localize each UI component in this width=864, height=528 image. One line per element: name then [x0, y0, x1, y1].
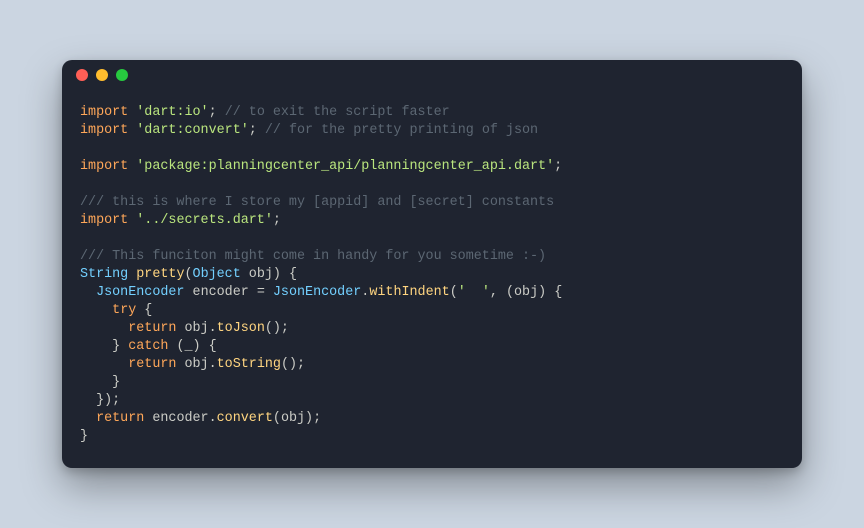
indent: [80, 357, 128, 372]
punct: ;: [273, 213, 281, 228]
indent: [80, 285, 96, 300]
punct: =: [249, 285, 273, 300]
punct: (: [184, 267, 192, 282]
keyword-return: return: [128, 357, 176, 372]
keyword-catch: catch: [128, 339, 168, 354]
punct: ;: [249, 123, 257, 138]
punct: }: [80, 429, 88, 444]
identifier: obj: [514, 285, 538, 300]
punct: }: [112, 339, 128, 354]
keyword-import: import: [80, 213, 128, 228]
punct: ) {: [273, 267, 297, 282]
punct: ) {: [538, 285, 562, 300]
type-name: String: [80, 267, 128, 282]
punct: , (: [490, 285, 514, 300]
identifier: encoder: [193, 285, 249, 300]
punct: (: [273, 411, 281, 426]
code-block: import 'dart:io'; // to exit the script …: [62, 90, 802, 468]
comment: /// This funciton might come in handy fo…: [80, 249, 546, 264]
string-literal: 'dart:io': [136, 105, 208, 120]
close-icon[interactable]: [76, 69, 88, 81]
comment: // for the pretty printing of json: [265, 123, 538, 138]
window-titlebar: [62, 60, 802, 90]
string-literal: ' ': [458, 285, 490, 300]
punct: }: [112, 375, 120, 390]
punct: );: [305, 411, 321, 426]
identifier: obj: [249, 267, 273, 282]
keyword-import: import: [80, 159, 128, 174]
indent: [80, 303, 112, 318]
keyword-return: return: [128, 321, 176, 336]
indent: [80, 321, 128, 336]
indent: [80, 393, 96, 408]
string-literal: '../secrets.dart': [136, 213, 273, 228]
punct: ();: [265, 321, 289, 336]
punct: ;: [209, 105, 217, 120]
identifier: encoder: [152, 411, 208, 426]
indent: [80, 411, 96, 426]
function-name: toString: [217, 357, 281, 372]
function-name: withIndent: [369, 285, 449, 300]
identifier: obj: [281, 411, 305, 426]
function-name: pretty: [136, 267, 184, 282]
minimize-icon[interactable]: [96, 69, 108, 81]
keyword-try: try: [112, 303, 136, 318]
punct: (: [450, 285, 458, 300]
keyword-return: return: [96, 411, 144, 426]
function-name: convert: [217, 411, 273, 426]
indent: [80, 339, 112, 354]
type-name: Object: [193, 267, 241, 282]
comment: /// this is where I store my [appid] and…: [80, 195, 554, 210]
keyword-import: import: [80, 105, 128, 120]
indent: [80, 375, 112, 390]
punct: .: [209, 321, 217, 336]
punct: });: [96, 393, 120, 408]
punct: ();: [281, 357, 305, 372]
punct: (_) {: [168, 339, 216, 354]
punct: ;: [554, 159, 562, 174]
punct: .: [209, 357, 217, 372]
identifier: obj: [184, 321, 208, 336]
type-name: JsonEncoder: [96, 285, 184, 300]
string-literal: 'dart:convert': [136, 123, 249, 138]
maximize-icon[interactable]: [116, 69, 128, 81]
keyword-import: import: [80, 123, 128, 138]
function-name: toJson: [217, 321, 265, 336]
identifier: obj: [184, 357, 208, 372]
type-name: JsonEncoder: [273, 285, 361, 300]
punct: {: [136, 303, 152, 318]
string-literal: 'package:planningcenter_api/planningcent…: [136, 159, 554, 174]
code-window: import 'dart:io'; // to exit the script …: [62, 60, 802, 468]
punct: .: [209, 411, 217, 426]
comment: // to exit the script faster: [225, 105, 450, 120]
